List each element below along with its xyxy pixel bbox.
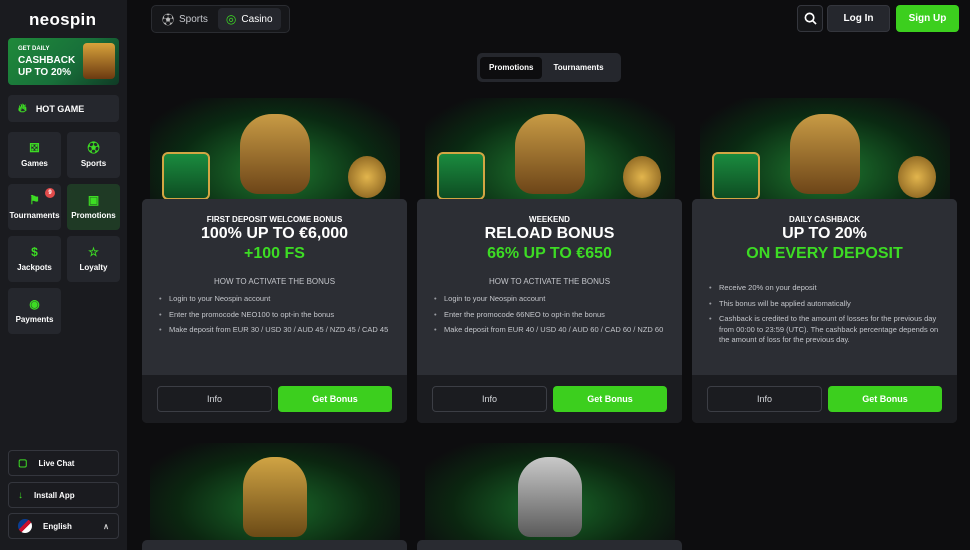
product-tabs: ⚽︎ Sports ◎ Casino: [151, 5, 290, 33]
list-item: Enter the promocode 66NEO to opt-in the …: [434, 310, 664, 321]
tab-sports[interactable]: ⚽︎ Sports: [154, 8, 216, 30]
get-bonus-button[interactable]: Get Bonus: [278, 386, 392, 412]
sidebar: neospin GET DAILY CASHBACK UP TO 20% 🔥︎ …: [0, 0, 127, 550]
crocodile-promo-image: [700, 98, 950, 202]
language-label: English: [43, 521, 72, 531]
sidebar-item-sports[interactable]: ⚽︎ Sports: [67, 132, 120, 178]
promo-headline: 100% UP TO €6,000: [200, 225, 349, 242]
sidebar-item-label: Jackpots: [17, 263, 52, 272]
tab-sports-label: Sports: [179, 13, 208, 25]
info-button[interactable]: Info: [707, 386, 822, 412]
uk-flag-icon: [18, 519, 32, 533]
promo-card-partial: [142, 540, 407, 550]
sidebar-item-promotions[interactable]: ▣ Promotions: [67, 184, 120, 230]
cashback-banner[interactable]: GET DAILY CASHBACK UP TO 20%: [8, 38, 119, 85]
live-chat-label: Live Chat: [38, 458, 75, 468]
promo-highlight: 66% UP TO €650: [487, 245, 612, 262]
search-button[interactable]: [797, 5, 823, 32]
promo-card-cashback: DAILY CASHBACK UP TO 20% ON EVERY DEPOSI…: [692, 199, 957, 423]
promo-highlight: +100 FS: [244, 245, 305, 262]
route-66-bison-promo-image: [425, 98, 675, 202]
list-item: Login to your Neospin account: [434, 294, 664, 305]
hot-game-label: HOT GAME: [35, 103, 85, 114]
sidebar-item-payments[interactable]: ◉ Payments: [8, 288, 61, 334]
login-button[interactable]: Log In: [827, 5, 890, 32]
sidebar-item-games[interactable]: ⚄ Games: [8, 132, 61, 178]
banner-line-1: GET DAILY: [18, 46, 50, 52]
list-item: Enter the promocode NEO100 to opt-in the…: [159, 310, 389, 321]
sidebar-item-label: Payments: [15, 315, 54, 324]
search-icon: [804, 12, 817, 25]
list-item: Make deposit from EUR 40 / USD 40 / AUD …: [434, 325, 664, 336]
promo-card-weekend: WEEKEND RELOAD BONUS 66% UP TO €650 HOW …: [417, 199, 682, 423]
tab-tournaments[interactable]: Tournaments: [544, 57, 612, 79]
trophy-icon: ⚑: [29, 193, 40, 207]
soccer-ball-icon: ⚽︎: [87, 141, 100, 155]
treasure-chest-icon: [83, 43, 115, 79]
promo-headline: UP TO 20%: [782, 225, 867, 242]
list-item: Receive 20% on your deposit: [709, 283, 939, 294]
get-bonus-button[interactable]: Get Bonus: [828, 386, 942, 412]
list-item: Make deposit from EUR 30 / USD 30 / AUD …: [159, 325, 389, 336]
promo-card-welcome: FIRST DEPOSIT WELCOME BONUS 100% UP TO €…: [142, 199, 407, 423]
flame-icon: 🔥︎: [18, 101, 27, 115]
tab-casino-label: Casino: [241, 13, 273, 25]
banner-line-2: CASHBACK: [18, 55, 76, 66]
sidebar-item-label: Promotions: [71, 211, 116, 220]
signup-button[interactable]: Sign Up: [896, 5, 959, 32]
list-item: This bonus will be applied automatically: [709, 299, 939, 310]
sidebar-nav: ⚄ Games ⚽︎ Sports ⚑ 9 Tournaments ▣ Prom…: [8, 132, 120, 334]
sidebar-item-label: Tournaments: [9, 211, 60, 220]
sidebar-item-label: Loyalty: [79, 263, 108, 272]
dice-icon: ⚄: [29, 141, 40, 155]
install-app-label: Install App: [34, 490, 75, 500]
list-item: Cashback is credited to the amount of lo…: [709, 314, 939, 346]
install-app-button[interactable]: ↓ Install App: [8, 482, 119, 508]
neospin-logo[interactable]: neospin: [29, 10, 96, 30]
sidebar-item-tournaments[interactable]: ⚑ 9 Tournaments: [8, 184, 61, 230]
money-bag-icon: $: [31, 245, 38, 259]
cash-icon: ◉: [29, 297, 40, 311]
list-item: Login to your Neospin account: [159, 294, 389, 305]
promo-steps: Receive 20% on your deposit This bonus w…: [709, 283, 939, 351]
chat-bubble-icon: ▢: [18, 457, 28, 469]
live-chat-button[interactable]: ▢ Live Chat: [8, 450, 119, 476]
tab-promotions[interactable]: Promotions: [480, 56, 543, 79]
promo-tag: FIRST DEPOSIT WELCOME BONUS: [206, 215, 343, 224]
sidebar-item-label: Sports: [80, 159, 107, 168]
howto-heading: HOW TO ACTIVATE THE BONUS: [213, 277, 336, 286]
info-button[interactable]: Info: [157, 386, 272, 412]
soccer-ball-icon: ⚽︎: [162, 12, 175, 27]
download-icon: ↓: [18, 489, 23, 501]
sidebar-item-label: Games: [21, 159, 48, 168]
jaguar-slots-promo-image: [150, 443, 400, 550]
promo-card-partial: [417, 540, 682, 550]
tournaments-count-badge: 9: [45, 188, 55, 198]
promo-headline: RELOAD BONUS: [484, 225, 615, 242]
hot-game-button[interactable]: 🔥︎ HOT GAME: [8, 95, 119, 122]
sidebar-item-loyalty[interactable]: ☆ Loyalty: [67, 236, 120, 282]
tab-casino[interactable]: ◎ Casino: [217, 8, 281, 30]
chevron-up-icon: ∧: [103, 521, 109, 531]
star-icon: ☆: [88, 245, 99, 259]
promo-tabs: Promotions Tournaments: [477, 53, 621, 82]
sidebar-item-jackpots[interactable]: $ Jackpots: [8, 236, 61, 282]
lion-promo-image: [150, 98, 400, 202]
gift-icon: ▣: [87, 193, 100, 207]
promo-steps: Login to your Neospin account Enter the …: [434, 294, 664, 341]
info-button[interactable]: Info: [432, 386, 547, 412]
language-selector[interactable]: English ∧: [8, 513, 119, 539]
casino-chip-icon: ◎: [225, 12, 237, 26]
promo-tag: WEEKEND: [529, 215, 570, 224]
promo-highlight: ON EVERY DEPOSIT: [746, 245, 903, 262]
banner-line-3: UP TO 20%: [18, 67, 71, 78]
get-bonus-button[interactable]: Get Bonus: [553, 386, 667, 412]
howto-heading: HOW TO ACTIVATE THE BONUS: [488, 277, 611, 286]
promo-steps: Login to your Neospin account Enter the …: [159, 294, 389, 341]
wolf-crown-promo-image: [425, 443, 675, 550]
promo-tag: DAILY CASHBACK: [788, 215, 861, 224]
